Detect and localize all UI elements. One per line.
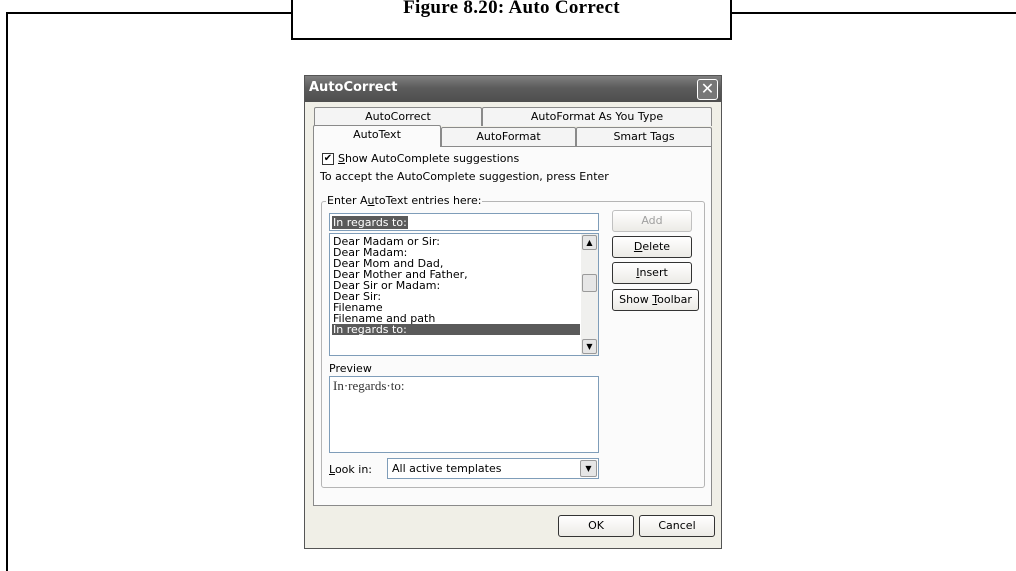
autotext-entries-list[interactable]: Dear Madam or Sir: Dear Madam: Dear Mom … [329, 233, 599, 356]
figure-caption: Figure 8.20: Auto Correct [403, 0, 620, 18]
look-in-dropdown[interactable]: All active templates ▼ [387, 458, 599, 479]
document-frame-left [6, 12, 8, 571]
button-label: Show [619, 293, 653, 306]
tab-label: AutoFormat As You Type [530, 110, 664, 123]
autotext-panel: ✔ Show AutoComplete suggestions To accep… [313, 146, 712, 506]
scroll-thumb[interactable] [582, 274, 597, 292]
chevron-up-icon: ▲ [586, 238, 593, 247]
accept-hint-text: To accept the AutoComplete suggestion, p… [320, 170, 609, 183]
ok-button[interactable]: OK [558, 515, 634, 537]
add-button[interactable]: Add [612, 210, 692, 232]
button-label: Cancel [658, 519, 696, 532]
label-text: Enter A [327, 194, 368, 207]
tab-smart-tags[interactable]: Smart Tags [576, 127, 712, 146]
chevron-down-icon: ▼ [586, 342, 593, 351]
dropdown-value: All active templates [392, 462, 502, 475]
entries-group-label: Enter AutoText entries here: [326, 194, 483, 207]
label-accelerator: S [338, 152, 345, 165]
checkmark-icon: ✔ [323, 153, 333, 164]
button-label: elete [642, 240, 671, 253]
list-item-selected[interactable]: In regards to: [332, 324, 580, 335]
entries-scrollbar[interactable]: ▲ ▼ [581, 234, 598, 355]
label-text: how AutoComplete suggestions [344, 152, 520, 165]
close-button[interactable]: ✕ [697, 79, 718, 100]
tab-autoformat-as-you-type[interactable]: AutoFormat As You Type [482, 107, 712, 126]
preview-box: In·regards·to: [329, 376, 599, 453]
autotext-entry-input[interactable]: In regards to: [329, 213, 599, 231]
label-text: toText entries here: [374, 194, 482, 207]
label-accelerator: u [367, 194, 375, 207]
button-label: Add [641, 214, 663, 227]
tab-label: AutoFormat [476, 130, 541, 143]
show-autocomplete-checkbox[interactable]: ✔ [322, 153, 334, 165]
preview-text: In·regards·to: [333, 378, 405, 393]
scroll-down-button[interactable]: ▼ [582, 339, 597, 354]
button-label: OK [588, 519, 604, 532]
preview-label: Preview [329, 362, 372, 375]
tab-autoformat[interactable]: AutoFormat [441, 127, 576, 146]
autocorrect-dialog: AutoCorrect ✕ AutoCorrect AutoFormat As … [304, 75, 722, 549]
tab-label: AutoCorrect [365, 110, 431, 123]
delete-button[interactable]: Delete [612, 236, 692, 258]
label-text: ook in: [334, 463, 372, 476]
cancel-button[interactable]: Cancel [639, 515, 715, 537]
dropdown-button[interactable]: ▼ [580, 460, 597, 477]
look-in-label: Look in: [329, 463, 372, 476]
dialog-title: AutoCorrect [309, 80, 398, 95]
show-toolbar-button[interactable]: Show Toolbar [612, 289, 699, 311]
document-frame-top-left [6, 12, 292, 14]
insert-button[interactable]: Insert [612, 262, 692, 284]
title-bar[interactable]: AutoCorrect ✕ [305, 76, 721, 102]
tab-label: AutoText [353, 128, 401, 141]
scroll-up-button[interactable]: ▲ [582, 235, 597, 250]
input-value: In regards to: [332, 216, 408, 229]
button-label: oolbar [657, 293, 692, 306]
tab-autotext[interactable]: AutoText [313, 125, 441, 147]
chevron-down-icon: ▼ [585, 464, 592, 473]
document-frame-top-right [730, 12, 1016, 14]
tab-autocorrect[interactable]: AutoCorrect [314, 107, 482, 126]
tab-label: Smart Tags [613, 130, 675, 143]
close-icon: ✕ [700, 79, 715, 98]
figure-caption-box: Figure 8.20: Auto Correct [291, 0, 732, 40]
show-autocomplete-label[interactable]: Show AutoComplete suggestions [338, 152, 519, 165]
button-label: nsert [639, 266, 668, 279]
